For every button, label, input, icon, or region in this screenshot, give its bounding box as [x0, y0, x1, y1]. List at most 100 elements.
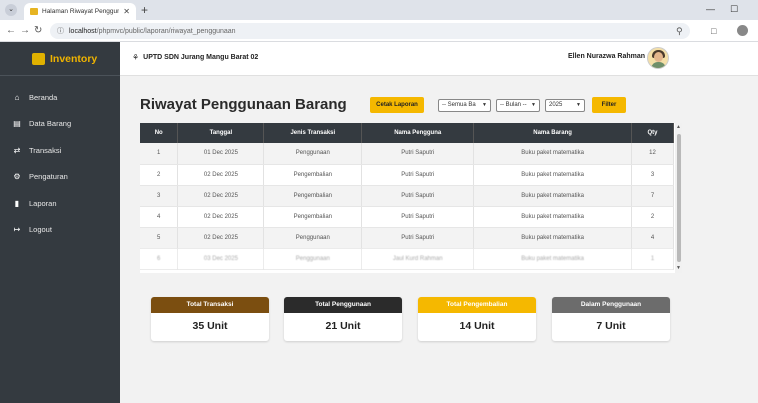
col-header: Nama Pengguna: [361, 123, 475, 143]
sidebar-item-label: Pengaturan: [29, 172, 68, 182]
cell-no: 4: [140, 206, 179, 228]
table-scroll-thumb[interactable]: [677, 134, 681, 262]
sidebar-item-pengaturan[interactable]: ⚙ Pengaturan: [0, 164, 120, 191]
col-header: No: [140, 123, 179, 143]
cell-no: 5: [140, 227, 179, 249]
col-header: Jenis Transaksi: [263, 123, 363, 143]
inventory-logo-icon: [32, 52, 45, 65]
card-header: Total Pengembalian: [418, 297, 536, 313]
cell-qty: 4: [631, 227, 674, 249]
table-row: 1 01 Dec 2025 Penggunaan Putri Saputri B…: [140, 143, 674, 165]
cell-tanggal: 02 Dec 2025: [177, 164, 265, 186]
zoom-icon[interactable]: ⚲: [676, 26, 683, 37]
file-icon: ▮: [14, 198, 20, 208]
table-row: 4 02 Dec 2025 Pengembalian Putri Saputri…: [140, 206, 674, 228]
extensions-icon[interactable]: □: [711, 26, 716, 36]
col-header: Nama Barang: [473, 123, 632, 143]
cell-qty: 1: [631, 248, 674, 270]
sidebar-item-label: Beranda: [29, 92, 58, 102]
sidebar-item-label: Logout: [29, 225, 52, 235]
site-info-icon[interactable]: ⓘ: [57, 26, 64, 36]
back-icon[interactable]: ←: [6, 25, 16, 37]
reload-icon[interactable]: ↻: [34, 25, 42, 37]
cell-qty: 7: [631, 185, 674, 207]
cell-barang: Buku paket matematika: [473, 143, 632, 165]
user-name[interactable]: Ellen Nurazwa Rahman: [568, 53, 645, 60]
new-tab-icon[interactable]: +: [141, 3, 148, 17]
sidebar-item-label: Laporan: [29, 198, 57, 208]
exchange-icon: ⇄: [13, 145, 21, 155]
cell-barang: Buku paket matematika: [473, 164, 632, 186]
sidebar-item-beranda[interactable]: ⌂ Beranda: [0, 84, 120, 111]
address-bar: ← → ↻ ⓘ localhost/phpmvc/public/laporan/…: [0, 20, 758, 42]
school-name: ⚘ UPTD SDN Jurang Mangu Barat 02: [132, 53, 258, 62]
cell-tanggal: 02 Dec 2025: [177, 185, 265, 207]
profile-icon[interactable]: [737, 25, 748, 36]
card-header: Total Penggunaan: [284, 297, 402, 313]
list-icon: ▤: [13, 119, 21, 129]
cell-jenis: Pengembalian: [263, 206, 363, 228]
filter-button[interactable]: Filter: [592, 97, 626, 113]
summary-card-total-pengembalian: Total Pengembalian 14 Unit: [418, 297, 536, 341]
url-input[interactable]: ⓘ localhost/phpmvc/public/laporan/riwaya…: [50, 23, 690, 39]
minimize-icon[interactable]: —: [706, 4, 715, 14]
card-value: 35 Unit: [192, 320, 228, 332]
home-icon: ⌂: [14, 92, 20, 102]
tab-favicon-icon: [30, 8, 38, 15]
cell-pengguna: Jaul Kurd Rahman: [361, 248, 475, 270]
cell-qty: 3: [631, 164, 674, 186]
scroll-down-icon[interactable]: ▼: [676, 265, 681, 271]
browser-tab[interactable]: Halaman Riwayat Penggunaan ✕: [24, 3, 136, 20]
history-table: No Tanggal Jenis Transaksi Nama Pengguna…: [140, 123, 674, 270]
cell-jenis: Penggunaan: [263, 248, 363, 270]
table-row: 5 02 Dec 2025 Penggunaan Putri Saputri B…: [140, 227, 674, 249]
sidebar-item-logout[interactable]: ↦ Logout: [0, 217, 120, 244]
cell-pengguna: Putri Saputri: [361, 185, 475, 207]
cell-jenis: Penggunaan: [263, 143, 363, 165]
cell-pengguna: Putri Saputri: [361, 206, 475, 228]
type-select[interactable]: -- Semua Ba: [438, 99, 491, 112]
month-select[interactable]: -- Bulan --: [496, 99, 540, 112]
sidebar-item-data-barang[interactable]: ▤ Data Barang: [0, 111, 120, 138]
scroll-up-icon[interactable]: ▲: [676, 124, 681, 130]
forward-icon[interactable]: →: [20, 25, 30, 37]
school-label: UPTD SDN Jurang Mangu Barat 02: [143, 54, 259, 61]
card-value: 14 Unit: [459, 320, 495, 332]
cell-qty: 2: [631, 206, 674, 228]
tab-close-icon[interactable]: ✕: [123, 7, 130, 16]
cell-jenis: Pengembalian: [263, 185, 363, 207]
cell-no: 3: [140, 185, 179, 207]
cell-barang: Buku paket matematika: [473, 248, 632, 270]
cell-jenis: Penggunaan: [263, 227, 363, 249]
url-path: /phpmvc/public/laporan/riwayat_penggunaa…: [96, 27, 236, 35]
col-header: Qty: [631, 123, 674, 143]
cell-no: 1: [140, 143, 179, 165]
restore-icon[interactable]: ☐: [730, 4, 738, 15]
tab-search-icon[interactable]: ⌄: [5, 4, 17, 16]
cell-qty: 12: [631, 143, 674, 165]
cell-tanggal: 02 Dec 2025: [177, 227, 265, 249]
cell-barang: Buku paket matematika: [473, 227, 632, 249]
summary-card-total-penggunaan: Total Penggunaan 21 Unit: [284, 297, 402, 341]
print-report-button[interactable]: Cetak Laporan: [370, 97, 424, 113]
card-value: 21 Unit: [325, 320, 361, 332]
avatar[interactable]: [647, 47, 669, 69]
cell-tanggal: 02 Dec 2025: [177, 206, 265, 228]
table-row: 2 02 Dec 2025 Pengembalian Putri Saputri…: [140, 164, 674, 186]
table-row: 6 03 Dec 2025 Penggunaan Jaul Kurd Rahma…: [140, 248, 674, 270]
cell-jenis: Pengembalian: [263, 164, 363, 186]
sidebar-item-label: Data Barang: [29, 119, 72, 129]
sidebar: Inventory ⌂ Beranda ▤ Data Barang ⇄ Transak…: [0, 42, 120, 403]
sidebar-item-laporan[interactable]: ▮ Laporan: [0, 190, 120, 217]
sidebar-item-transaksi[interactable]: ⇄ Transaksi: [0, 137, 120, 164]
tab-title: Halaman Riwayat Penggunaan: [42, 8, 120, 15]
table-header-row: No Tanggal Jenis Transaksi Nama Pengguna…: [140, 123, 674, 143]
year-select[interactable]: 2025: [545, 99, 585, 112]
cell-pengguna: Putri Saputri: [361, 143, 475, 165]
history-table-container[interactable]: No Tanggal Jenis Transaksi Nama Pengguna…: [140, 123, 682, 273]
card-value: 7 Unit: [596, 320, 626, 332]
brand[interactable]: Inventory: [0, 42, 120, 76]
cell-pengguna: Putri Saputri: [361, 164, 475, 186]
cell-barang: Buku paket matematika: [473, 185, 632, 207]
col-header: Tanggal: [177, 123, 265, 143]
